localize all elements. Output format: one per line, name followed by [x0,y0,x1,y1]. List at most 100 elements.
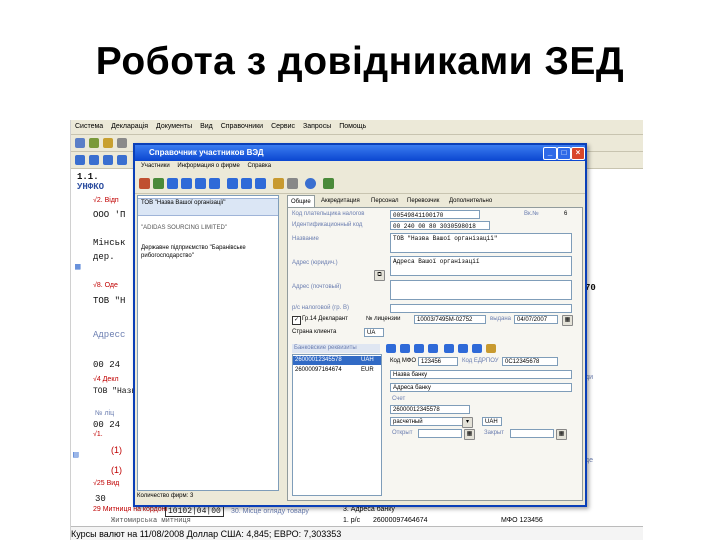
declarant-label: Гр.14 Декларант [302,316,348,322]
closed-label: Закрыт [484,430,504,436]
declarant-checkbox[interactable]: ✓ [292,316,301,325]
bank-last-icon[interactable] [428,344,438,353]
calendar-icon[interactable]: ▦ [464,429,475,440]
account-type-select[interactable]: расчетный [390,417,470,426]
close-button[interactable]: × [571,147,585,160]
print-icon[interactable] [117,138,127,148]
delete-icon[interactable] [241,178,252,189]
tax-code-field[interactable]: 00549841100170 [390,210,480,219]
bank-save-icon[interactable] [486,344,496,353]
bg-label: 3. Адреса банку [343,506,395,513]
bank-address-field[interactable]: Адреса банку [390,383,572,392]
print-icon[interactable] [287,178,298,189]
calendar-icon[interactable]: ▦ [556,429,567,440]
account-field[interactable]: 26000012345578 [390,405,470,414]
tax-account-field[interactable] [390,304,572,313]
bank-prev-icon[interactable] [400,344,410,353]
opened-date-field[interactable] [418,429,462,438]
name-field[interactable]: ТОВ "Назва Вашої організації" [390,233,572,253]
legal-address-label: Адрес (юридич.) [292,260,338,266]
open-icon[interactable] [89,138,99,148]
next-icon[interactable] [195,178,206,189]
dialog-menu-item[interactable]: Участники [141,163,170,169]
list-item[interactable]: ТОВ "Назва Вашої організації" [138,198,278,216]
table-row[interactable]: 26000097164674 EUR [293,366,381,375]
tax-code-label: Код плательщика налогов [292,211,365,217]
menu-item[interactable]: Справочники [221,123,263,130]
country-field[interactable]: UA [364,328,384,337]
grid-icon[interactable]: ▤ [73,450,78,460]
tab-carrier[interactable]: Перевозчик [407,195,439,207]
participants-icon[interactable] [139,178,150,189]
edit-icon[interactable] [255,178,266,189]
account-currency: EUR [361,367,374,373]
refresh-icon[interactable] [153,178,164,189]
closed-date-field[interactable] [510,429,554,438]
issued-date-field[interactable]: 04/07/2007 [514,315,558,324]
postal-address-label: Адрес (почтовый) [292,284,342,290]
opened-label: Открыт [392,430,413,436]
bank-add-icon[interactable] [444,344,454,353]
list-item[interactable]: "ADIDAS SOURCING LIMITED" [138,224,278,232]
grid-icon[interactable]: ▦ [75,262,80,272]
prev-record-icon[interactable] [89,155,99,165]
bank-next-icon[interactable] [414,344,424,353]
table-row[interactable]: 26000012345578 UAH [293,356,381,365]
id-code-field[interactable]: 00 240 00 80 3030598018 [390,221,490,230]
bank-edit-icon[interactable] [472,344,482,353]
bank-name-field[interactable]: Назва банку [390,370,572,379]
dialog-menu-item[interactable]: Информация о фирме [177,163,240,169]
menu-item[interactable]: Декларація [111,123,148,130]
menu-item[interactable]: Вид [200,123,213,130]
maximize-button[interactable]: □ [557,147,571,160]
firm-list[interactable]: ТОВ "Назва Вашої організації" "ADIDAS SO… [137,195,279,491]
mfo-label: Код МФО [390,358,417,364]
dialog-menu-item[interactable]: Справка [248,163,272,169]
tab-additional[interactable]: Дополнительно [449,195,492,207]
menu-item[interactable]: Сервис [271,123,295,130]
account-label: Счет [392,396,406,402]
exit-icon[interactable] [323,178,334,189]
edrpou-field[interactable]: 0C12345678 [502,357,558,366]
app-menubar: Система Декларація Документы Вид Справоч… [71,120,643,135]
new-document-icon[interactable] [75,138,85,148]
first-icon[interactable] [167,178,178,189]
list-item[interactable]: Державне підприємство "Баранівське рибог… [138,244,278,260]
help-icon[interactable] [305,178,316,189]
next-record-icon[interactable] [103,155,113,165]
bank-details-header: Банковские реквизиты [292,344,380,353]
vk-value: 6 [564,211,568,217]
bank-first-icon[interactable] [386,344,396,353]
last-record-icon[interactable] [117,155,127,165]
bg-text: √8. Оде [93,282,118,289]
tab-accreditation[interactable]: Аккредитация [321,195,360,207]
prev-icon[interactable] [181,178,192,189]
edrpou-label: Код ЕДРПОУ [462,358,499,364]
bg-text: УНФКО [77,182,105,192]
menu-item[interactable]: Документы [156,123,192,130]
bank-delete-icon[interactable] [458,344,468,353]
last-icon[interactable] [209,178,220,189]
menu-item[interactable]: Система [75,123,103,130]
copy-address-icon[interactable]: ⧉ [374,270,385,281]
bg-text: ООО 'П [93,210,126,220]
postal-address-field[interactable] [390,280,572,300]
save-icon[interactable] [273,178,284,189]
firm-count: Количество фирм: 3 [137,493,194,499]
name-label: Название [292,236,319,242]
tab-personnel[interactable]: Персонал [371,195,399,207]
add-icon[interactable] [227,178,238,189]
first-record-icon[interactable] [75,155,85,165]
currency-field[interactable]: UAH [482,417,502,426]
legal-address-field[interactable]: Адреса Вашої організації [390,256,572,276]
calendar-icon[interactable]: ▦ [562,315,573,326]
minimize-button[interactable]: _ [543,147,557,160]
menu-item[interactable]: Помощь [339,123,366,130]
bank-account-list[interactable]: 26000012345578 UAH 26000097164674 EUR [292,354,382,496]
bg-label: 30. Місце огляду товару [231,508,309,515]
chevron-down-icon[interactable]: ▾ [462,417,473,428]
menu-item[interactable]: Запросы [303,123,331,130]
mfo-field[interactable]: 123456 [418,357,458,366]
license-field[interactable]: 10003/7495M-02752 [414,315,486,324]
save-icon[interactable] [103,138,113,148]
